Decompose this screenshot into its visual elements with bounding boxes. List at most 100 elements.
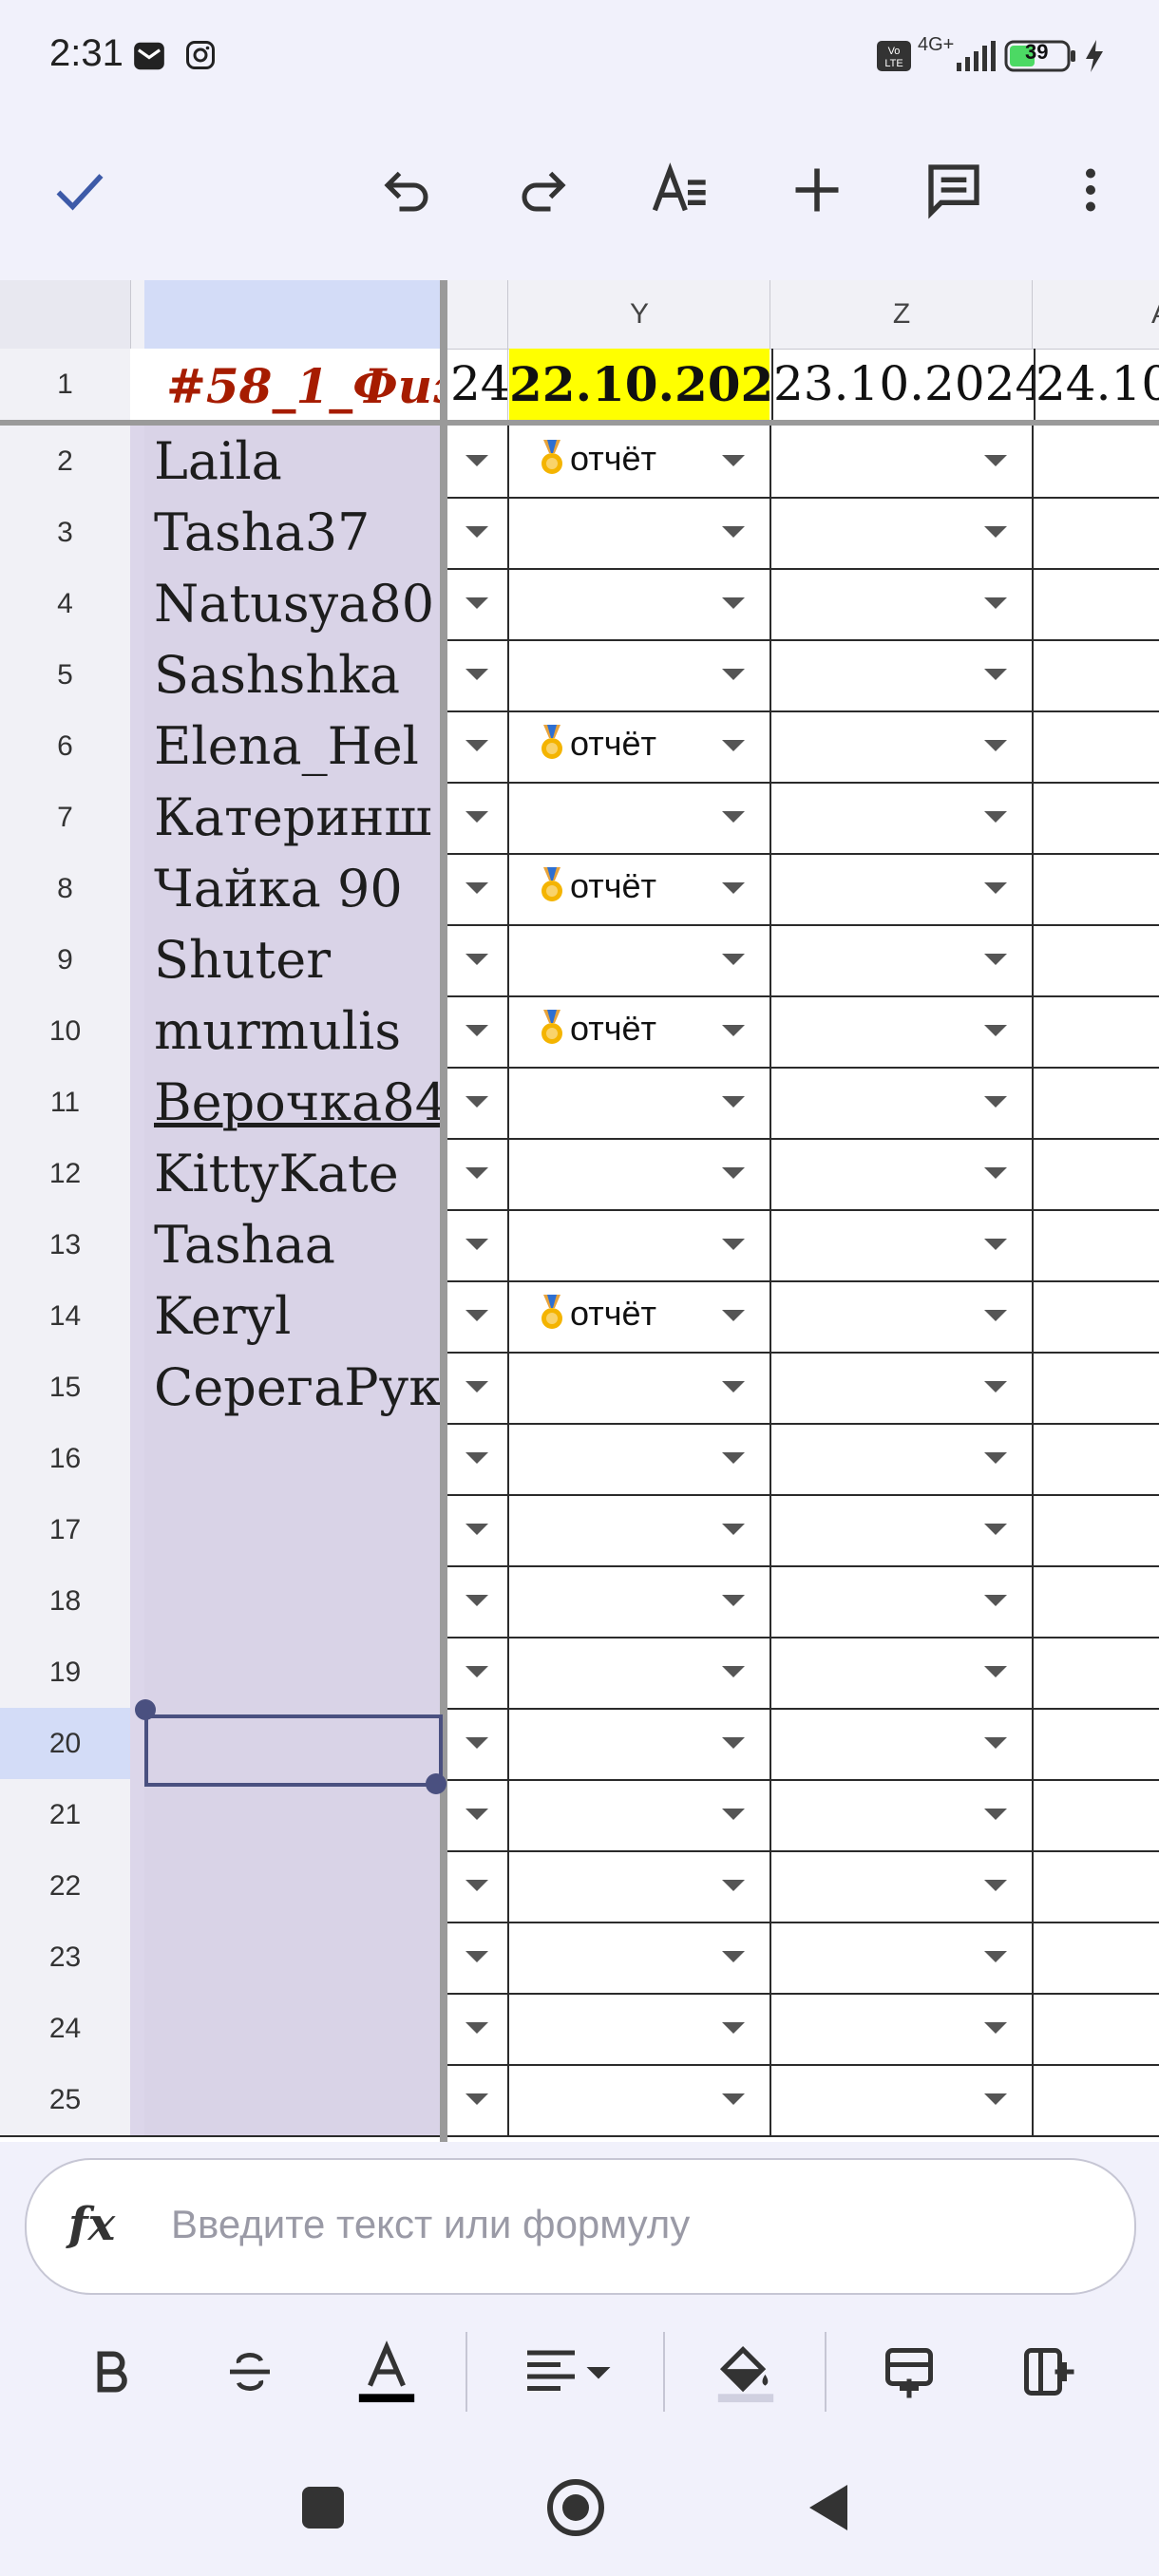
check-icon[interactable] bbox=[42, 152, 118, 228]
name-cell[interactable] bbox=[144, 1565, 441, 1637]
selected-cell[interactable] bbox=[144, 1714, 443, 1787]
cell-x[interactable] bbox=[446, 1209, 509, 1280]
column-header-x[interactable] bbox=[446, 280, 508, 349]
home-icon[interactable] bbox=[547, 2479, 604, 2536]
dropdown-arrow-icon[interactable] bbox=[984, 455, 1007, 466]
dropdown-arrow-icon[interactable] bbox=[722, 811, 745, 823]
cell-y-status[interactable]: отчёт bbox=[509, 1280, 771, 1352]
cell-y-status[interactable] bbox=[509, 497, 771, 568]
cell-x[interactable] bbox=[446, 853, 509, 924]
dropdown-arrow-icon[interactable] bbox=[722, 1239, 745, 1250]
row-number[interactable]: 3 bbox=[0, 497, 131, 568]
table-row[interactable]: 15 СерегаРук bbox=[0, 1352, 1159, 1425]
cell-y-status[interactable] bbox=[509, 1494, 771, 1565]
table-row[interactable]: 24 bbox=[0, 1993, 1159, 2066]
table-row[interactable]: 4 Natusya80 bbox=[0, 568, 1159, 641]
cell-z[interactable] bbox=[771, 1209, 1034, 1280]
strikethrough-icon[interactable] bbox=[207, 2329, 293, 2415]
table-row[interactable]: 13 Tashaa bbox=[0, 1209, 1159, 1282]
table-row[interactable]: 14 Keryl отчёт bbox=[0, 1280, 1159, 1354]
name-cell[interactable]: Keryl bbox=[144, 1280, 441, 1352]
cell-y-status[interactable] bbox=[509, 1637, 771, 1708]
dropdown-arrow-icon[interactable] bbox=[984, 882, 1007, 894]
row-number[interactable]: 24 bbox=[0, 1993, 131, 2064]
cell-y-status[interactable]: отчёт bbox=[509, 710, 771, 782]
cell-x1[interactable]: 24 bbox=[446, 349, 508, 420]
sheet-title-cell[interactable]: #58_1_Физи bbox=[130, 349, 441, 420]
column-header-aa[interactable]: A bbox=[1034, 280, 1159, 349]
dropdown-arrow-icon[interactable] bbox=[466, 1310, 488, 1321]
dropdown-arrow-icon[interactable] bbox=[984, 1381, 1007, 1392]
cell-y-status[interactable]: отчёт bbox=[509, 426, 771, 497]
cell-z[interactable] bbox=[771, 2064, 1034, 2135]
row-number[interactable]: 20 bbox=[0, 1708, 131, 1779]
cell-y-status[interactable] bbox=[509, 1779, 771, 1850]
dropdown-arrow-icon[interactable] bbox=[466, 1381, 488, 1392]
dropdown-arrow-icon[interactable] bbox=[984, 1951, 1007, 1962]
dropdown-arrow-icon[interactable] bbox=[984, 811, 1007, 823]
row-number[interactable]: 21 bbox=[0, 1779, 131, 1850]
dropdown-arrow-icon[interactable] bbox=[466, 1524, 488, 1535]
cell-x[interactable] bbox=[446, 426, 509, 497]
name-cell[interactable]: Tashaa bbox=[144, 1209, 441, 1280]
table-row[interactable]: 7 Катеринш bbox=[0, 782, 1159, 855]
table-row[interactable]: 17 bbox=[0, 1494, 1159, 1567]
cell-z[interactable] bbox=[771, 1423, 1034, 1494]
cell-x[interactable] bbox=[446, 1850, 509, 1922]
cell-y-status[interactable] bbox=[509, 1708, 771, 1779]
text-color-icon[interactable] bbox=[344, 2329, 429, 2415]
cell-y-status[interactable] bbox=[509, 1067, 771, 1138]
name-cell[interactable]: Shuter bbox=[144, 924, 441, 995]
column-header-selected[interactable] bbox=[144, 280, 441, 349]
cell-z[interactable] bbox=[771, 782, 1034, 853]
row-number[interactable]: 8 bbox=[0, 853, 131, 924]
name-cell[interactable] bbox=[144, 1779, 441, 1850]
dropdown-arrow-icon[interactable] bbox=[984, 1452, 1007, 1464]
cell-aa1-date[interactable]: 24.10 bbox=[1034, 349, 1159, 420]
cell-x[interactable] bbox=[446, 1423, 509, 1494]
fill-color-icon[interactable] bbox=[703, 2329, 788, 2415]
cell-z[interactable] bbox=[771, 1138, 1034, 1209]
select-all-corner[interactable] bbox=[0, 280, 131, 349]
cell-y-status[interactable] bbox=[509, 782, 771, 853]
dropdown-arrow-icon[interactable] bbox=[466, 1239, 488, 1250]
dropdown-arrow-icon[interactable] bbox=[722, 954, 745, 965]
row-number[interactable]: 4 bbox=[0, 568, 131, 639]
dropdown-arrow-icon[interactable] bbox=[722, 1381, 745, 1392]
row-number[interactable]: 15 bbox=[0, 1352, 131, 1423]
cell-x[interactable] bbox=[446, 1922, 509, 1993]
table-row[interactable]: 19 bbox=[0, 1637, 1159, 1710]
name-cell[interactable]: Верочка84 bbox=[144, 1067, 441, 1138]
formula-input[interactable]: fx Введите текст или формулу bbox=[25, 2158, 1136, 2295]
cell-y-status[interactable] bbox=[509, 639, 771, 710]
dropdown-arrow-icon[interactable] bbox=[466, 2093, 488, 2105]
dropdown-arrow-icon[interactable] bbox=[984, 1025, 1007, 1036]
row-number[interactable]: 22 bbox=[0, 1850, 131, 1922]
name-cell[interactable]: Tasha37 bbox=[144, 497, 441, 568]
cell-x[interactable] bbox=[446, 1280, 509, 1352]
table-row[interactable]: 8 Чайка 90 отчёт bbox=[0, 853, 1159, 926]
dropdown-arrow-icon[interactable] bbox=[984, 526, 1007, 538]
cell-x[interactable] bbox=[446, 497, 509, 568]
insert-column-icon[interactable] bbox=[1005, 2329, 1091, 2415]
dropdown-arrow-icon[interactable] bbox=[722, 2022, 745, 2034]
dropdown-arrow-icon[interactable] bbox=[984, 1167, 1007, 1179]
dropdown-arrow-icon[interactable] bbox=[466, 811, 488, 823]
row-number[interactable]: 19 bbox=[0, 1637, 131, 1708]
dropdown-arrow-icon[interactable] bbox=[466, 740, 488, 751]
dropdown-arrow-icon[interactable] bbox=[984, 597, 1007, 609]
dropdown-arrow-icon[interactable] bbox=[466, 455, 488, 466]
dropdown-arrow-icon[interactable] bbox=[722, 1880, 745, 1891]
row-number[interactable]: 5 bbox=[0, 639, 131, 710]
redo-icon[interactable] bbox=[505, 152, 581, 228]
column-header-y[interactable]: Y bbox=[509, 280, 770, 349]
cell-z[interactable] bbox=[771, 497, 1034, 568]
bold-icon[interactable] bbox=[68, 2329, 154, 2415]
cell-z[interactable] bbox=[771, 1280, 1034, 1352]
cell-y-status[interactable] bbox=[509, 568, 771, 639]
dropdown-arrow-icon[interactable] bbox=[984, 1239, 1007, 1250]
row-number[interactable]: 12 bbox=[0, 1138, 131, 1209]
dropdown-arrow-icon[interactable] bbox=[466, 1809, 488, 1820]
name-cell[interactable] bbox=[144, 1423, 441, 1494]
cell-x[interactable] bbox=[446, 1779, 509, 1850]
